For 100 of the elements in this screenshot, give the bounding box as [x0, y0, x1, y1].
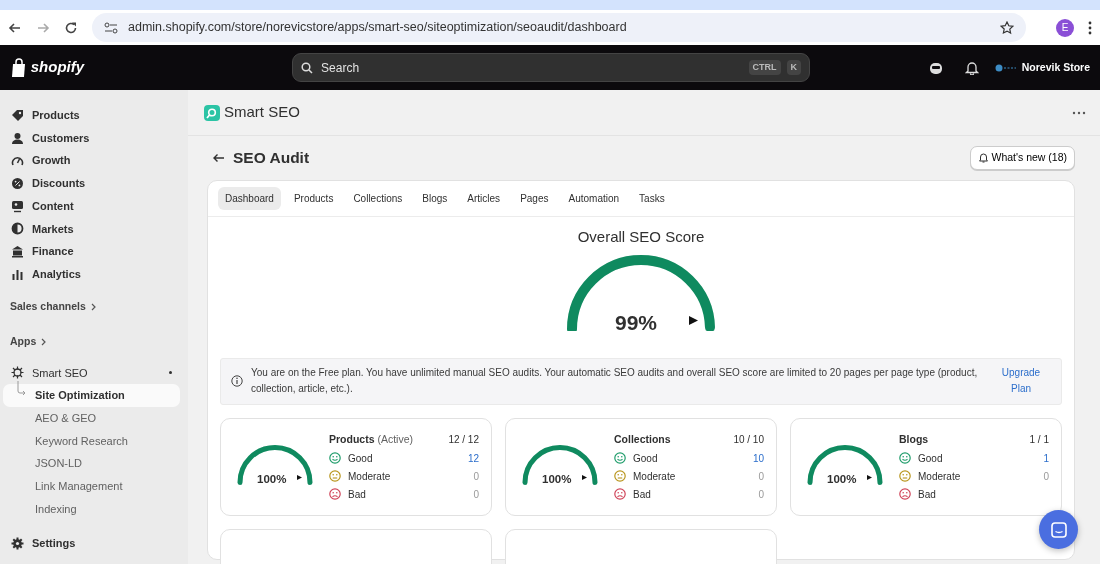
nav-icon: [11, 267, 24, 281]
search-input[interactable]: Search: [319, 57, 743, 78]
sidebar-item[interactable]: Discounts: [0, 172, 188, 195]
frown-icon: [329, 488, 341, 501]
neutral-face-icon: [614, 470, 626, 483]
smile-icon: [899, 452, 911, 465]
category-percent: 100%: [827, 472, 857, 488]
status-count: 0: [473, 469, 479, 484]
chevron-right-icon: [90, 303, 96, 311]
search-bar[interactable]: Search CTRL K: [292, 53, 811, 82]
tab[interactable]: Dashboard: [218, 186, 281, 210]
frown-icon: [614, 488, 626, 501]
tab[interactable]: Automation: [561, 186, 627, 210]
tab[interactable]: Tasks: [632, 186, 672, 210]
profile-avatar[interactable]: E: [1056, 18, 1074, 37]
category-percent: 100%: [542, 472, 572, 488]
tab[interactable]: Articles: [460, 186, 508, 210]
upgrade-link[interactable]: Upgrade Plan: [991, 364, 1051, 398]
app-title: Smart SEO: [224, 102, 300, 123]
sidebar-subitem[interactable]: JSON-LD: [3, 452, 180, 475]
app-name[interactable]: Smart SEO: [32, 364, 161, 382]
status-count: 1: [1043, 451, 1049, 466]
sidebar-subitem[interactable]: AEO & GEO: [3, 406, 180, 430]
section-heading[interactable]: Sales channels: [10, 299, 86, 315]
status-label: Bad: [348, 487, 367, 502]
tab[interactable]: Products: [286, 186, 341, 210]
tab[interactable]: Blogs: [415, 186, 455, 210]
dot-icon: [169, 371, 172, 375]
nav-icon: [11, 222, 24, 236]
status-label: Moderate: [918, 469, 962, 484]
category-title: Collections: [614, 431, 671, 447]
site-settings-icon[interactable]: [104, 21, 118, 34]
url-text: admin.shopify.com/store/norevicstore/apps/smart-seo/siteoptimization/seoaudit/dashboard: [128, 19, 627, 37]
sidebar-item[interactable]: Settings: [0, 532, 76, 555]
tab[interactable]: Pages: [513, 186, 556, 210]
back-icon[interactable]: [8, 20, 22, 35]
more-icon[interactable]: [1088, 20, 1092, 35]
sidebar-item[interactable]: Content: [0, 194, 188, 218]
nav-icon: [11, 154, 24, 168]
store-name[interactable]: Norevik Store: [1021, 59, 1090, 76]
neutral-face-icon: [329, 470, 341, 483]
more-icon[interactable]: [1072, 110, 1086, 115]
play-marker-icon: [582, 475, 587, 481]
nav-icon: [11, 244, 24, 258]
reload-icon[interactable]: [64, 20, 78, 35]
nav-icon: [11, 131, 24, 145]
gear-icon: [11, 537, 24, 551]
back-arrow-icon[interactable]: [212, 152, 225, 163]
sidebar-item[interactable]: Analytics: [0, 262, 188, 286]
smile-icon: [614, 452, 626, 465]
nav-icon: [11, 176, 24, 190]
category-title: Blogs: [899, 431, 929, 447]
bell-icon[interactable]: [964, 60, 979, 75]
play-marker-icon: [867, 475, 872, 481]
chat-icon: [1050, 521, 1067, 538]
store-logo-icon[interactable]: [994, 63, 1017, 72]
sidebar-subitem[interactable]: Indexing: [3, 497, 180, 521]
status-label: Moderate: [348, 469, 392, 484]
neutral-face-icon: [899, 470, 911, 483]
section-heading[interactable]: Apps: [10, 334, 37, 350]
status-count: 0: [1043, 469, 1049, 484]
search-icon: [301, 61, 314, 74]
status-count: 0: [758, 487, 764, 502]
status-count: 12: [467, 451, 479, 466]
sidebar-subitem[interactable]: Site Optimization: [3, 384, 180, 407]
page-title: SEO Audit: [233, 148, 311, 169]
whats-new-button[interactable]: What's new (18): [969, 146, 1075, 170]
tab[interactable]: Collections: [346, 186, 410, 210]
status-label: Good: [633, 451, 659, 466]
status-count: 0: [758, 469, 764, 484]
score-title: Overall SEO Score: [577, 226, 705, 247]
score-value: 99%: [615, 310, 658, 337]
smile-icon: [329, 452, 341, 465]
sidebar-item[interactable]: Customers: [0, 126, 188, 150]
info-icon: [231, 375, 243, 388]
logo-text[interactable]: shopify: [30, 56, 85, 79]
sidebar-item[interactable]: Finance: [0, 240, 188, 263]
status-label: Bad: [633, 487, 652, 502]
status-label: Good: [918, 451, 944, 466]
category-percent: 100%: [257, 472, 287, 488]
category-count: 1 / 1: [1029, 433, 1049, 448]
status-count: 0: [473, 487, 479, 502]
app-logo-icon: [204, 104, 220, 121]
sidebar-item[interactable]: Products: [0, 104, 188, 127]
play-marker-icon: [297, 475, 302, 481]
shopping-bag-icon[interactable]: [10, 57, 28, 78]
status-label: Moderate: [633, 469, 677, 484]
sidebar-item[interactable]: Growth: [0, 149, 188, 173]
chevron-right-icon: [41, 338, 47, 346]
address-bar[interactable]: admin.shopify.com/store/norevicstore/apps/smart-seo/siteoptimization/seoaudit/dashboard: [92, 13, 1026, 42]
category-count: 10 / 10: [733, 433, 764, 448]
frown-icon: [899, 488, 911, 501]
nav-icon: [11, 199, 24, 213]
bell-icon: [977, 152, 989, 164]
status-label: Bad: [918, 487, 937, 502]
sidebar-subitem[interactable]: Link Management: [3, 474, 180, 498]
sidebar-subitem[interactable]: Keyword Research: [3, 429, 180, 453]
star-icon[interactable]: [1000, 20, 1014, 35]
sidebar-item[interactable]: Markets: [0, 217, 188, 241]
status-label: Good: [348, 451, 374, 466]
